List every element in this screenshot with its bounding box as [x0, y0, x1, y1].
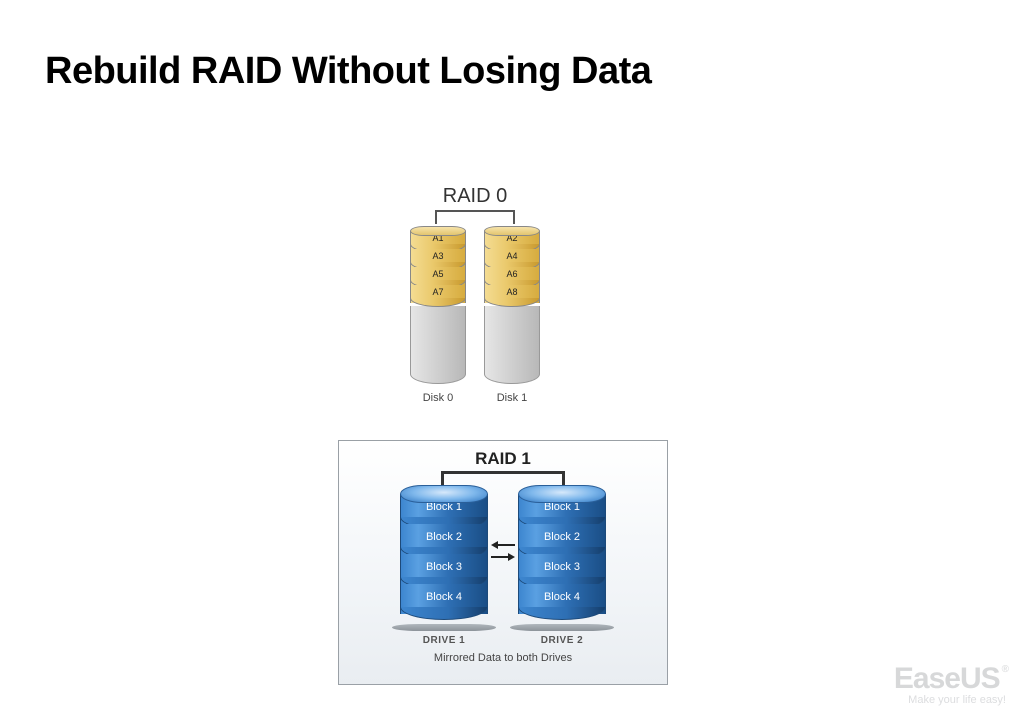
- raid1-block: Block 2: [400, 524, 488, 554]
- easeus-logo: EaseUS® Make your life easy!: [894, 662, 1006, 706]
- page-title: Rebuild RAID Without Losing Data: [0, 0, 1024, 93]
- raid0-block: A3: [410, 249, 466, 267]
- mirror-arrows-icon: [491, 541, 515, 561]
- registered-icon: ®: [1002, 664, 1008, 675]
- raid0-disk-label: Disk 0: [423, 392, 454, 404]
- cylinder-base-icon: [510, 624, 614, 631]
- raid0-block: A5: [410, 267, 466, 285]
- cylinder-top-icon: [410, 226, 466, 236]
- cylinder-base-icon: [392, 624, 496, 631]
- raid1-block: Block 3: [518, 554, 606, 584]
- raid0-heading: RAID 0: [380, 185, 570, 208]
- logo-brand-text: EaseUS: [894, 662, 1000, 695]
- raid1-connector-icon: [413, 471, 593, 485]
- arrow-right-icon: [491, 553, 515, 561]
- raid1-block: Block 4: [400, 584, 488, 614]
- cylinder-body-icon: [410, 306, 466, 384]
- raid0-block: A4: [484, 249, 540, 267]
- arrow-left-icon: [491, 541, 515, 549]
- raid1-heading: RAID 1: [349, 449, 657, 469]
- cylinder-top-icon: [518, 485, 606, 503]
- raid1-drive-2: Block 1 Block 2 Block 3 Block 4 DRIVE 2: [518, 485, 606, 646]
- raid1-drive-1: Block 1 Block 2 Block 3 Block 4 DRIVE 1: [400, 485, 488, 646]
- raid1-caption: Mirrored Data to both Drives: [349, 652, 657, 664]
- raid0-disk-1: A2 A4 A6 A8 Disk 1: [484, 226, 540, 404]
- raid0-connector-icon: [415, 210, 535, 224]
- raid0-diagram: RAID 0 A1 A3 A5 A7 Disk 0 A2 A4 A6 A8 Di…: [380, 185, 570, 404]
- raid0-block: A6: [484, 267, 540, 285]
- cylinder-top-icon: [484, 226, 540, 236]
- raid1-diagram: RAID 1 Block 1 Block 2 Block 3 Block 4 D…: [338, 440, 668, 685]
- raid1-drive-label: DRIVE 1: [423, 635, 465, 646]
- raid0-block: A8: [484, 285, 540, 303]
- raid1-block: Block 3: [400, 554, 488, 584]
- raid0-disk-0: A1 A3 A5 A7 Disk 0: [410, 226, 466, 404]
- raid0-block: A7: [410, 285, 466, 303]
- raid1-block: Block 2: [518, 524, 606, 554]
- cylinder-body-icon: [484, 306, 540, 384]
- cylinder-top-icon: [400, 485, 488, 503]
- raid1-drive-label: DRIVE 2: [541, 635, 583, 646]
- raid1-block: Block 4: [518, 584, 606, 614]
- raid0-disk-label: Disk 1: [497, 392, 528, 404]
